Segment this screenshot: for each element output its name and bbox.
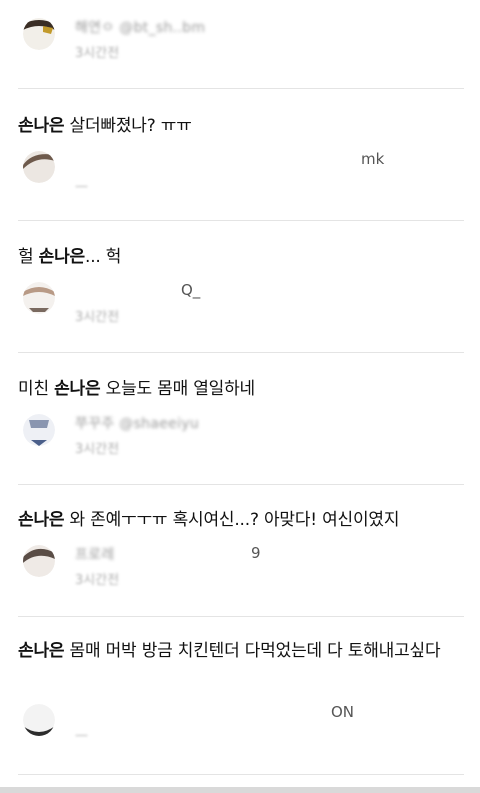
tweet-text: 손나은 와 존예ㅜㅜㅠ 혹시여신...? 아맞다! 여신이였지 xyxy=(18,507,464,533)
divider xyxy=(18,774,464,775)
tweet-card[interactable]: 헐 손나은... 헉 Q_ 3시간전 xyxy=(18,244,464,344)
divider xyxy=(18,220,464,221)
bottom-bar xyxy=(0,787,480,793)
author-name[interactable]: 해연ㅇ @bt_sh..bm xyxy=(75,17,205,37)
tweet-text-suffix: 몸매 머박 방금 치킨텐더 다먹었는데 다 토해내고싶다 xyxy=(64,641,441,661)
tweet-text: 미친 손나은 오늘도 몸매 열일하네 xyxy=(18,376,464,402)
tweet-card[interactable]: 미친 손나은 오늘도 몸매 열일하네 쭈꾸주 @shaeeiyu 3시간전 xyxy=(18,376,464,476)
tweet-author-row[interactable]: 쭈꾸주 @shaeeiyu 3시간전 xyxy=(23,413,453,457)
tweet-card[interactable]: 손나은 몸매 머박 방금 치킨텐더 다먹었는데 다 토해내고싶다 ON — xyxy=(18,638,464,768)
tweet-text: 헐 손나은... 헉 xyxy=(18,244,464,270)
highlight-keyword: 손나은 xyxy=(18,641,65,661)
tweet-text-suffix: ... 헉 xyxy=(84,247,122,267)
author-handle[interactable]: mk xyxy=(361,150,384,168)
tweet-time: 3시간전 xyxy=(75,46,120,61)
tweet-author-row[interactable]: Q_ 3시간전 xyxy=(23,281,453,325)
author-handle[interactable]: Q_ xyxy=(181,281,200,299)
tweet-time: — xyxy=(75,179,88,194)
tweet-time: 3시간전 xyxy=(75,310,120,325)
tweet-time: 3시간전 xyxy=(75,442,120,457)
divider xyxy=(18,484,464,485)
highlight-keyword: 손나은 xyxy=(38,247,86,267)
author-name[interactable]: 쭈꾸주 @shaeeiyu xyxy=(75,413,199,433)
author-name[interactable]: 프로레 xyxy=(75,544,115,564)
avatar[interactable] xyxy=(23,18,55,50)
tweet-author-row[interactable]: ON — xyxy=(23,703,453,744)
avatar[interactable] xyxy=(23,704,55,736)
tweet-text: 손나은 몸매 머박 방금 치킨텐더 다먹었는데 다 토해내고싶다 xyxy=(18,638,464,664)
author-handle[interactable]: 9 xyxy=(251,544,261,562)
highlight-keyword: 손나은 xyxy=(18,510,65,530)
avatar[interactable] xyxy=(23,151,55,183)
tweet-text: 손나은 살더빠졌나? ㅠㅠ xyxy=(18,113,464,139)
author-handle[interactable]: ON xyxy=(331,703,354,721)
highlight-keyword: 손나은 xyxy=(18,116,65,136)
tweet-card[interactable]: 손나은 살더빠졌나? ㅠㅠ mk — xyxy=(18,113,464,213)
avatar[interactable] xyxy=(23,545,55,577)
tweet-text-prefix: 헐 xyxy=(18,247,39,267)
tweet-card[interactable]: 손나은 와 존예ㅜㅜㅠ 혹시여신...? 아맞다! 여신이였지 프로레 9 3시… xyxy=(18,507,464,607)
highlight-keyword: 손나은 xyxy=(54,379,101,399)
divider xyxy=(18,352,464,353)
avatar[interactable] xyxy=(23,414,55,446)
tweet-text-prefix: 미친 xyxy=(18,379,55,399)
tweet-card[interactable]: 해연ㅇ @bt_sh..bm 3시간전 xyxy=(18,0,464,80)
tweet-text-suffix: 살더빠졌나? ㅠㅠ xyxy=(64,116,192,136)
tweet-author-row[interactable]: 프로레 9 3시간전 xyxy=(23,544,453,588)
tweet-text-suffix: 오늘도 몸매 열일하네 xyxy=(100,379,256,399)
tweet-author-row[interactable]: 해연ㅇ @bt_sh..bm 3시간전 xyxy=(23,17,453,61)
tweet-author-row[interactable]: mk — xyxy=(23,150,453,194)
tweet-time: — xyxy=(75,728,88,743)
tweet-text-suffix: 와 존예ㅜㅜㅠ 혹시여신...? 아맞다! 여신이였지 xyxy=(64,510,400,530)
divider xyxy=(18,88,464,89)
tweet-time: 3시간전 xyxy=(75,573,120,588)
avatar[interactable] xyxy=(23,282,55,314)
divider xyxy=(18,616,464,617)
